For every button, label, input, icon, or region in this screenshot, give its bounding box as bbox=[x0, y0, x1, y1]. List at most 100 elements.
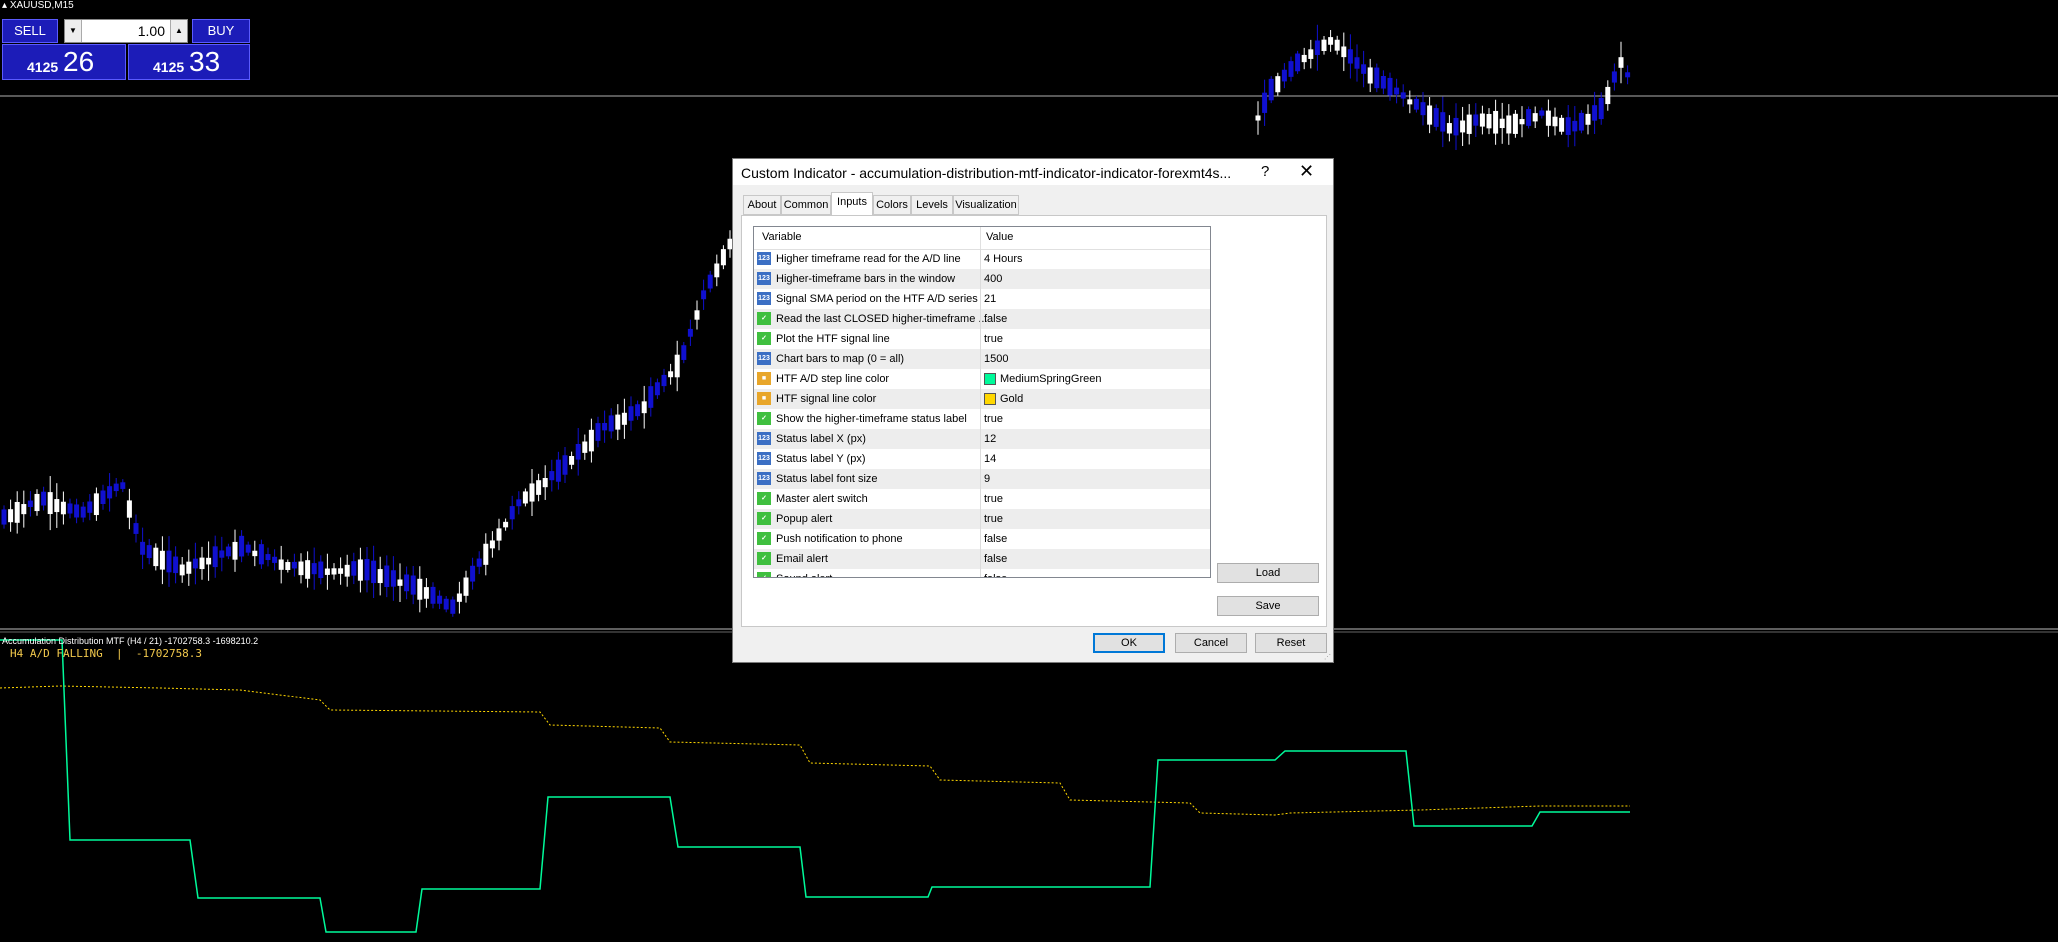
variable-value[interactable]: false bbox=[984, 313, 1007, 325]
save-button[interactable]: Save bbox=[1217, 596, 1319, 616]
bool-type-icon: ✓ bbox=[757, 532, 771, 545]
lot-size-stepper[interactable]: ▼ 1.00 ▲ bbox=[64, 19, 188, 43]
variable-value[interactable]: 1500 bbox=[984, 353, 1008, 365]
candle-body bbox=[648, 386, 654, 408]
variable-value[interactable]: MediumSpringGreen bbox=[1000, 373, 1102, 385]
variable-value[interactable]: 14 bbox=[984, 453, 996, 465]
inputs-table[interactable]: Variable Value 123 Higher timeframe read … bbox=[753, 226, 1211, 578]
lot-size-value[interactable]: 1.00 bbox=[138, 20, 165, 42]
candle-body bbox=[1539, 110, 1545, 116]
candle-body bbox=[93, 493, 99, 516]
table-row[interactable]: ■ HTF signal line color Gold bbox=[754, 389, 1210, 409]
column-header-variable[interactable]: Variable bbox=[762, 231, 802, 243]
candle-body bbox=[1328, 37, 1334, 45]
variable-value[interactable]: 12 bbox=[984, 433, 996, 445]
candle-body bbox=[1473, 114, 1479, 126]
tab-inputs[interactable]: Inputs bbox=[831, 192, 873, 215]
candle-body bbox=[140, 541, 146, 555]
candle-body bbox=[1440, 112, 1446, 132]
candle-body bbox=[430, 586, 436, 604]
variable-name: Push notification to phone bbox=[776, 533, 903, 545]
variable-name: Popup alert bbox=[776, 513, 833, 525]
table-row[interactable]: ✓ Push notification to phone false bbox=[754, 529, 1210, 549]
candle-body bbox=[54, 499, 60, 513]
color-swatch[interactable] bbox=[984, 393, 996, 405]
table-row[interactable]: ✓ Sound alert false bbox=[754, 569, 1210, 577]
candle-body bbox=[516, 499, 522, 507]
tab-common[interactable]: Common bbox=[781, 195, 831, 215]
cell-divider bbox=[980, 329, 981, 349]
help-icon[interactable]: ? bbox=[1261, 163, 1269, 180]
candle-body bbox=[582, 441, 588, 453]
tab-visualization[interactable]: Visualization bbox=[953, 195, 1019, 215]
variable-value[interactable]: true bbox=[984, 513, 1003, 525]
candle-body bbox=[628, 406, 634, 421]
candle-body bbox=[1499, 118, 1505, 129]
table-row[interactable]: 123 Status label X (px) 12 bbox=[754, 429, 1210, 449]
candle-body bbox=[404, 574, 410, 592]
variable-value[interactable]: Gold bbox=[1000, 393, 1023, 405]
resize-grip-icon[interactable]: ⋰ bbox=[1324, 653, 1332, 661]
variable-value[interactable]: 21 bbox=[984, 293, 996, 305]
table-row[interactable]: ✓ Email alert false bbox=[754, 549, 1210, 569]
variable-value[interactable]: false bbox=[984, 573, 1007, 577]
candle-body bbox=[1611, 71, 1617, 83]
table-row[interactable]: ■ HTF A/D step line color MediumSpringGree… bbox=[754, 369, 1210, 389]
candle-body bbox=[456, 593, 462, 602]
candle-body bbox=[239, 535, 245, 557]
tab-levels[interactable]: Levels bbox=[911, 195, 953, 215]
ok-button[interactable]: OK bbox=[1093, 633, 1165, 653]
candle-body bbox=[1321, 39, 1327, 52]
table-row[interactable]: 123 Chart bars to map (0 = all) 1500 bbox=[754, 349, 1210, 369]
candle-body bbox=[225, 546, 231, 557]
candle-body bbox=[8, 509, 14, 523]
tab-about[interactable]: About bbox=[743, 195, 781, 215]
variable-value[interactable]: true bbox=[984, 333, 1003, 345]
table-row[interactable]: 123 Status label Y (px) 14 bbox=[754, 449, 1210, 469]
candle-body bbox=[1427, 105, 1433, 125]
sell-price[interactable]: 4125 26 bbox=[2, 44, 126, 80]
candle-body bbox=[654, 382, 660, 396]
table-row[interactable]: 123 Higher-timeframe bars in the window 40… bbox=[754, 269, 1210, 289]
variable-value[interactable]: false bbox=[984, 533, 1007, 545]
table-row[interactable]: 123 Higher timeframe read for the A/D lin… bbox=[754, 249, 1210, 269]
dialog-titlebar[interactable]: Custom Indicator - accumulation-distribu… bbox=[733, 159, 1333, 185]
candle-body bbox=[107, 486, 113, 499]
candle-body bbox=[166, 550, 172, 573]
variable-value[interactable]: false bbox=[984, 553, 1007, 565]
table-row[interactable]: ✓ Show the higher-timeframe status label t… bbox=[754, 409, 1210, 429]
color-swatch[interactable] bbox=[984, 373, 996, 385]
candle-body bbox=[67, 503, 73, 514]
color-type-icon: ■ bbox=[757, 372, 771, 385]
cell-divider bbox=[980, 429, 981, 449]
table-row[interactable]: ✓ Read the last CLOSED higher-timeframe .… bbox=[754, 309, 1210, 329]
lot-increase-icon[interactable]: ▲ bbox=[170, 20, 187, 42]
variable-value[interactable]: true bbox=[984, 493, 1003, 505]
tab-colors[interactable]: Colors bbox=[873, 195, 911, 215]
variable-value[interactable]: true bbox=[984, 413, 1003, 425]
cancel-button[interactable]: Cancel bbox=[1175, 633, 1247, 653]
table-row[interactable]: ✓ Master alert switch true bbox=[754, 489, 1210, 509]
candle-body bbox=[390, 570, 396, 587]
variable-name: Status label X (px) bbox=[776, 433, 866, 445]
table-row[interactable]: ✓ Plot the HTF signal line true bbox=[754, 329, 1210, 349]
candle-body bbox=[41, 491, 47, 506]
variable-value[interactable]: 4 Hours bbox=[984, 253, 1023, 265]
sell-button[interactable]: SELL bbox=[2, 19, 58, 43]
table-row[interactable]: ✓ Popup alert true bbox=[754, 509, 1210, 529]
reset-button[interactable]: Reset bbox=[1255, 633, 1327, 653]
table-row[interactable]: 123 Status label font size 9 bbox=[754, 469, 1210, 489]
column-divider[interactable] bbox=[980, 227, 981, 249]
lot-dropdown-icon[interactable]: ▼ bbox=[65, 20, 82, 42]
buy-button[interactable]: BUY bbox=[192, 19, 250, 43]
buy-price[interactable]: 4125 33 bbox=[128, 44, 250, 80]
table-row[interactable]: 123 Signal SMA period on the HTF A/D seri… bbox=[754, 289, 1210, 309]
close-icon[interactable]: ✕ bbox=[1299, 161, 1314, 182]
column-header-value[interactable]: Value bbox=[986, 231, 1013, 243]
variable-value[interactable]: 9 bbox=[984, 473, 990, 485]
cell-divider bbox=[980, 469, 981, 489]
load-button[interactable]: Load bbox=[1217, 563, 1319, 583]
variable-value[interactable]: 400 bbox=[984, 273, 1002, 285]
candle-body bbox=[60, 501, 66, 515]
candle-body bbox=[635, 404, 641, 417]
